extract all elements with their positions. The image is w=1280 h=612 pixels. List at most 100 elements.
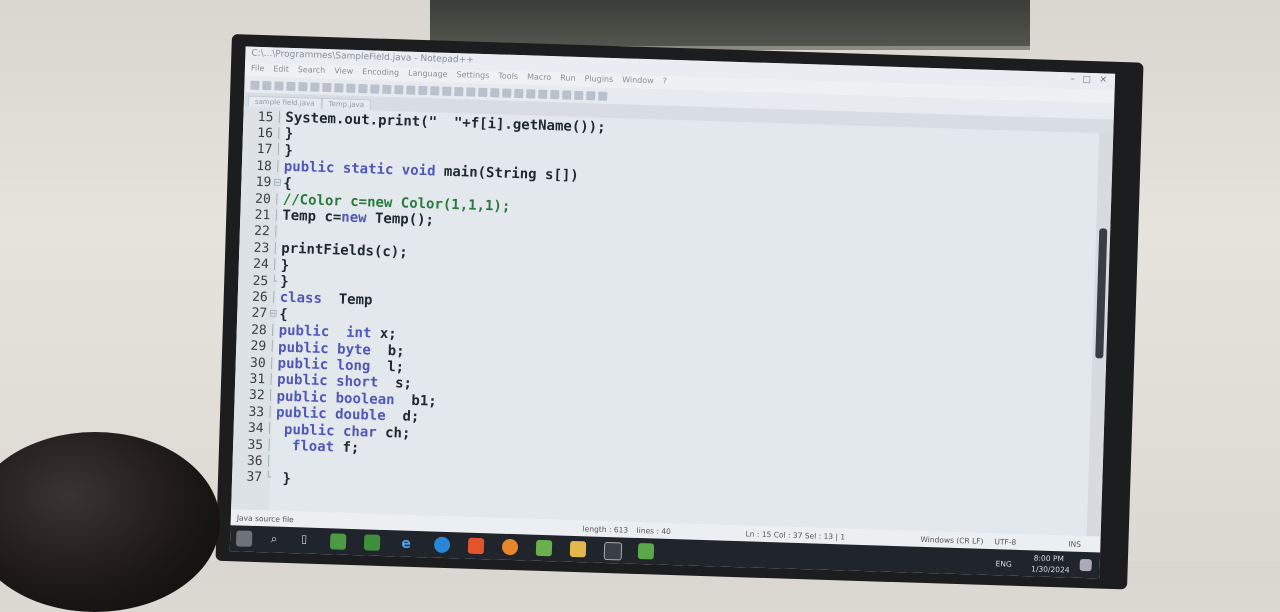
toolbar-button-icon[interactable] [346,83,356,93]
maximize-button[interactable]: □ [1082,75,1091,85]
fold-marker-icon[interactable]: │ [266,341,278,352]
fold-marker-icon[interactable]: │ [266,358,278,369]
fold-marker-icon[interactable]: │ [273,112,285,123]
code-token: Temp [330,291,373,309]
menu-item[interactable]: Settings [456,70,489,80]
code-token: b; [379,342,405,360]
fold-marker-icon[interactable]: └ [268,276,280,287]
fold-marker-icon[interactable]: │ [262,456,274,467]
fold-marker-icon[interactable]: │ [270,210,282,221]
line-number: 30 [249,355,266,371]
line-number: 36 [246,453,263,470]
toolbar-button-icon[interactable] [502,88,512,98]
toolbar-button-icon[interactable] [490,87,500,97]
fold-marker-icon[interactable]: │ [270,227,282,238]
close-button[interactable]: ✕ [1099,75,1107,85]
menu-item[interactable]: Edit [273,64,289,73]
toolbar-button-icon[interactable] [526,88,536,99]
fold-marker-icon[interactable]: │ [264,407,276,418]
app-icon-notepad[interactable] [637,543,655,560]
fold-marker-icon[interactable]: │ [263,423,275,434]
fold-marker-icon[interactable]: │ [263,440,275,451]
toolbar-button-icon[interactable] [574,90,584,100]
toolbar-button-icon[interactable] [394,84,404,94]
fold-marker-icon[interactable]: │ [271,194,283,205]
line-number: 21 [254,207,271,224]
toolbar-button-icon[interactable] [550,89,560,99]
toolbar-button-icon[interactable] [298,81,308,91]
menu-item[interactable]: View [334,66,353,76]
toolbar-button-icon[interactable] [466,86,476,97]
menu-item[interactable]: Plugins [584,74,613,84]
menu-item[interactable]: Window [622,75,654,85]
app-icon-excel[interactable] [363,534,381,551]
fold-marker-icon[interactable]: │ [269,243,281,254]
fold-marker-icon[interactable]: │ [267,325,279,336]
menu-item[interactable]: Encoding [362,67,399,77]
toolbar-button-icon[interactable] [322,82,332,92]
menu-item[interactable]: Run [560,73,576,82]
menu-item[interactable]: ? [663,77,668,86]
menu-item[interactable]: File [251,64,265,73]
code-line: 36 │ [232,453,274,470]
file-explorer-icon[interactable] [569,540,587,558]
toolbar-button-icon[interactable] [418,85,428,95]
fold-marker-icon[interactable]: │ [264,391,276,402]
scrollbar-thumb[interactable] [1095,228,1108,359]
toolbar-button-icon[interactable] [586,90,596,100]
code-editor[interactable]: 15 │ System.out.print(" "+f[i].getName());… [231,106,1100,537]
toolbar-button-icon[interactable] [370,83,380,94]
fold-marker-icon[interactable]: │ [268,292,280,303]
toolbar-button-icon[interactable] [334,82,344,93]
search-icon[interactable]: ⌕ [266,531,282,547]
toolbar-button-icon[interactable] [406,85,416,95]
code-token: public [278,322,338,341]
brave-icon[interactable] [467,537,485,555]
clock-date[interactable]: 1/30/2024 [1031,564,1070,574]
menu-item[interactable]: Language [408,69,448,79]
toolbar-button-icon[interactable] [442,86,452,96]
toolbar-button-icon[interactable] [514,88,524,98]
toolbar-button-icon[interactable] [562,89,572,100]
line-number: 20 [254,191,272,207]
toolbar-button-icon[interactable] [382,84,392,94]
line-number: 17 [256,142,273,158]
code-text: class Temp [279,290,372,309]
start-icon[interactable] [235,530,253,547]
clock-time[interactable]: 8:00 PM [1034,553,1065,563]
fold-marker-icon[interactable]: │ [273,128,285,139]
app-icon-green[interactable] [329,533,347,550]
fold-marker-icon[interactable]: └ [262,472,274,484]
toolbar-button-icon[interactable] [430,85,440,96]
toolbar-button-icon[interactable] [598,91,608,101]
code-token: } [284,126,294,143]
internet-explorer-icon[interactable]: e [398,535,414,552]
terminal-icon[interactable] [603,541,623,561]
edge-icon[interactable] [433,536,451,554]
notepadpp-icon[interactable] [535,539,553,557]
toolbar-button-icon[interactable] [358,83,368,93]
fold-marker-icon[interactable]: ⊟ [267,309,279,320]
toolbar-button-icon[interactable] [250,80,260,90]
toolbar-button-icon[interactable] [310,81,320,92]
line-number: 27 [251,306,268,322]
toolbar-button-icon[interactable] [538,89,548,99]
fold-marker-icon[interactable]: │ [272,145,284,156]
code-text: } [285,126,294,142]
toolbar-button-icon[interactable] [274,80,284,91]
menu-item[interactable]: Search [298,65,326,75]
toolbar-button-icon[interactable] [262,80,272,90]
fold-marker-icon[interactable]: │ [272,161,284,172]
toolbar-button-icon[interactable] [478,87,488,97]
fold-marker-icon[interactable]: ⊟ [271,177,283,188]
toolbar-button-icon[interactable] [454,86,464,96]
code-line: 18 │ public static void main(String s[]) [242,158,579,185]
menu-item[interactable]: Tools [498,71,518,81]
minimize-button[interactable]: – [1070,74,1075,84]
toolbar-button-icon[interactable] [286,81,296,91]
menu-item[interactable]: Macro [527,72,551,82]
task-view-icon[interactable]: ▯ [296,532,312,548]
firefox-icon[interactable] [501,538,519,556]
fold-marker-icon[interactable]: │ [269,259,281,270]
fold-marker-icon[interactable]: │ [265,374,277,385]
